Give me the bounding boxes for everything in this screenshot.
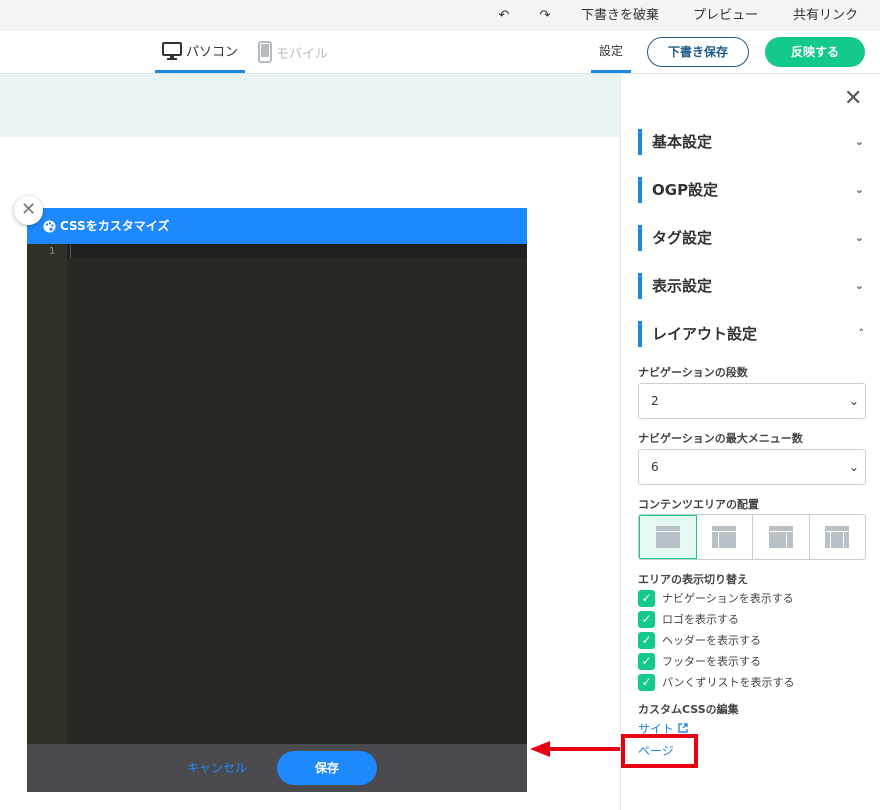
save-button[interactable]: 保存 — [277, 751, 377, 785]
nav-rows-select[interactable]: 2 ⌄ — [638, 383, 866, 419]
layout-full-width-option[interactable] — [639, 515, 697, 559]
content-area-label: コンテンツエリアの配置 — [638, 498, 759, 511]
toggle-footer-label: フッターを表示する — [662, 655, 761, 668]
share-link-button[interactable]: 共有リンク — [793, 0, 858, 31]
redo-icon[interactable]: ↷ — [535, 0, 555, 31]
css-editor-title: CSSをカスタマイズ — [60, 219, 170, 233]
external-link-icon — [678, 723, 688, 733]
chevron-down-icon: ⌄ — [848, 394, 859, 408]
toggle-header[interactable]: ✓ ヘッダーを表示する — [638, 631, 761, 649]
toggle-logo[interactable]: ✓ ロゴを表示する — [638, 610, 739, 628]
css-editor-header: CSSをカスタマイズ — [27, 208, 527, 244]
text-cursor — [70, 245, 71, 258]
page-canvas-header — [0, 74, 620, 137]
section-layout-label: レイアウト設定 — [652, 325, 758, 343]
tab-desktop[interactable]: パソコン — [155, 31, 245, 73]
nav-max-select[interactable]: 6 ⌄ — [638, 449, 866, 485]
settings-panel: ✕ 基本設定 ⌄ OGP設定 ⌄ タグ設定 ⌄ 表示設定 ⌄ レイアウト設定 ˄… — [620, 74, 880, 810]
editor-gutter: 1 — [27, 244, 67, 744]
layout-full-width-icon — [655, 526, 680, 548]
chevron-down-icon: ⌄ — [854, 183, 864, 196]
nav-max-value: 6 — [651, 460, 659, 474]
chevron-up-icon: ˄ — [858, 327, 865, 340]
tab-settings[interactable]: 設定 — [591, 31, 631, 73]
discard-draft-button[interactable]: 下書きを破棄 — [581, 0, 659, 31]
section-tag-label: タグ設定 — [652, 229, 713, 247]
tab-desktop-label: パソコン — [185, 45, 238, 60]
toggle-breadcrumb[interactable]: ✓ パンくずリストを表示する — [638, 673, 795, 691]
cancel-button[interactable]: キャンセル — [187, 759, 247, 776]
toggle-navigation[interactable]: ✓ ナビゲーションを表示する — [638, 589, 794, 607]
css-editor-footer: キャンセル 保存 — [27, 744, 527, 792]
section-basic[interactable]: 基本設定 ⌄ — [638, 129, 864, 155]
layout-left-sidebar-option[interactable] — [696, 515, 753, 559]
toggle-navigation-label: ナビゲーションを表示する — [662, 592, 794, 605]
section-tag[interactable]: タグ設定 ⌄ — [638, 225, 864, 251]
tab-mobile[interactable]: モバイル — [258, 31, 338, 73]
css-editor-modal: CSSをカスタマイズ 1 キャンセル 保存 — [27, 208, 527, 792]
layout-two-sidebars-icon — [825, 526, 850, 548]
top-toolbar: ↶ ↷ 下書きを破棄 プレビュー 共有リンク — [0, 0, 880, 31]
layout-options — [638, 514, 866, 560]
publish-button[interactable]: 反映する — [765, 37, 865, 67]
checkbox-checked-icon[interactable]: ✓ — [638, 610, 655, 628]
section-display[interactable]: 表示設定 ⌄ — [638, 273, 864, 299]
preview-button[interactable]: プレビュー — [693, 0, 758, 31]
chevron-down-icon: ⌄ — [854, 135, 864, 148]
modal-close-icon[interactable]: ✕ — [14, 196, 43, 225]
nav-max-label: ナビゲーションの最大メニュー数 — [638, 432, 803, 445]
monitor-icon — [161, 41, 182, 60]
layout-left-sidebar-icon — [712, 526, 737, 548]
section-ogp-label: OGP設定 — [652, 181, 719, 199]
editor-navbar: パソコン モバイル 設定 下書き保存 反映する — [0, 31, 880, 74]
custom-css-label: カスタムCSSの編集 — [638, 703, 739, 716]
toggle-header-label: ヘッダーを表示する — [662, 634, 761, 647]
toggle-footer[interactable]: ✓ フッターを表示する — [638, 652, 761, 670]
active-line — [67, 244, 527, 258]
save-draft-button[interactable]: 下書き保存 — [647, 37, 749, 67]
chevron-down-icon: ⌄ — [854, 279, 864, 292]
undo-icon[interactable]: ↶ — [494, 0, 514, 31]
chevron-down-icon: ⌄ — [848, 460, 859, 474]
line-number: 1 — [48, 246, 55, 257]
toggle-logo-label: ロゴを表示する — [662, 613, 739, 626]
chevron-down-icon: ⌄ — [854, 231, 864, 244]
annotation-arrow-head — [530, 741, 550, 757]
section-display-label: 表示設定 — [652, 277, 713, 295]
panel-close-icon[interactable]: ✕ — [844, 88, 862, 110]
checkbox-checked-icon[interactable]: ✓ — [638, 673, 655, 691]
annotation-arrow-shaft — [548, 747, 620, 751]
layout-right-sidebar-icon — [768, 526, 793, 548]
section-layout[interactable]: レイアウト設定 ˄ — [638, 321, 864, 347]
section-ogp[interactable]: OGP設定 ⌄ — [638, 177, 864, 203]
css-code-editor[interactable] — [67, 244, 527, 744]
area-toggle-label: エリアの表示切り替え — [638, 573, 748, 586]
layout-right-sidebar-option[interactable] — [753, 515, 810, 559]
layout-two-sidebars-option[interactable] — [809, 515, 865, 559]
nav-rows-label: ナビゲーションの段数 — [638, 366, 748, 379]
smartphone-icon — [258, 41, 272, 63]
nav-rows-value: 2 — [651, 394, 659, 408]
tab-mobile-label: モバイル — [276, 46, 329, 62]
toggle-breadcrumb-label: パンくずリストを表示する — [662, 676, 795, 689]
annotation-highlight-box — [621, 734, 698, 768]
checkbox-checked-icon[interactable]: ✓ — [638, 589, 655, 607]
palette-icon — [43, 220, 56, 232]
checkbox-checked-icon[interactable]: ✓ — [638, 631, 655, 649]
checkbox-checked-icon[interactable]: ✓ — [638, 652, 655, 670]
section-basic-label: 基本設定 — [652, 133, 713, 151]
